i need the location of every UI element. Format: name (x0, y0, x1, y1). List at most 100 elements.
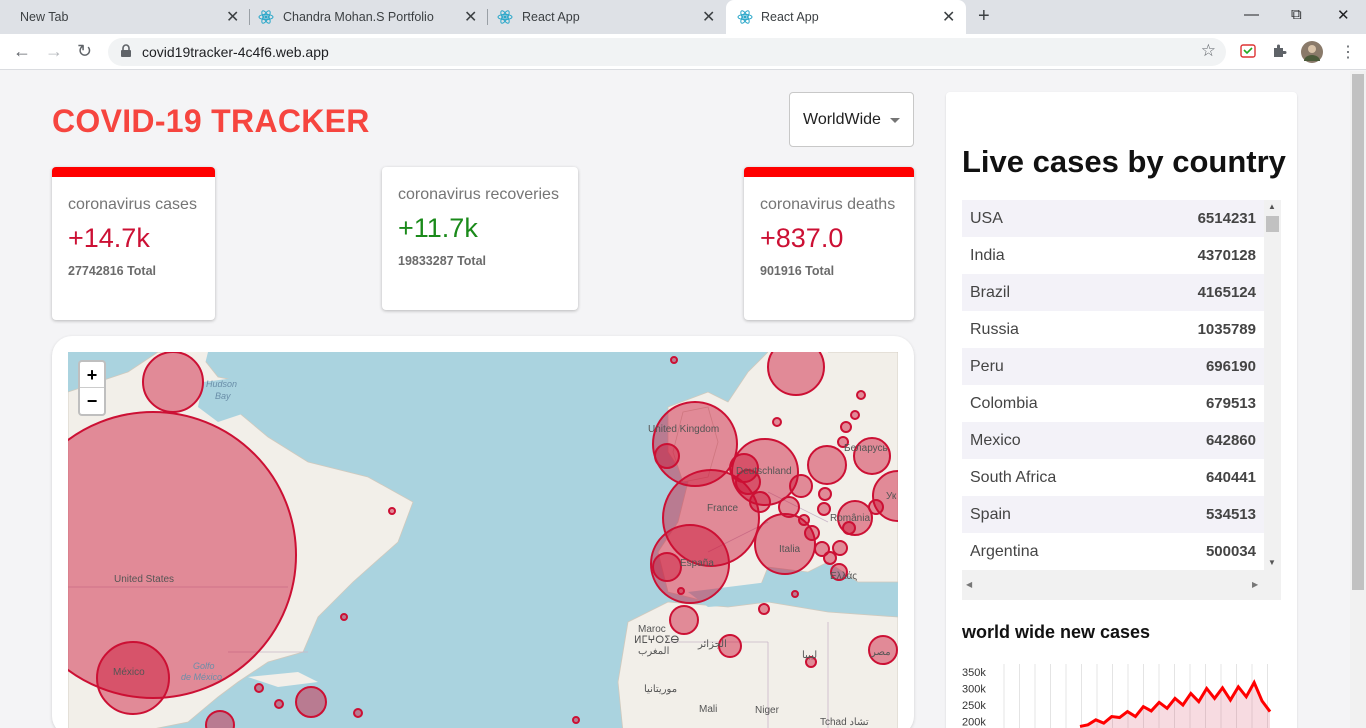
country-name: Argentina (970, 543, 1039, 560)
card-total: 27742816 Total (68, 264, 157, 278)
country-name: India (970, 247, 1005, 264)
map-label: Bay (215, 391, 231, 401)
country-cases: 4370128 (1197, 247, 1256, 264)
table-row: India 4370128 (962, 237, 1264, 274)
extension-icon[interactable] (1240, 43, 1256, 59)
circle-canaries (677, 587, 685, 595)
page-title: COVID-19 TRACKER (52, 103, 370, 139)
table-row: Peru 696190 (962, 348, 1264, 385)
zoom-out-button[interactable]: − (80, 388, 104, 414)
table-scroll-thumb[interactable] (1266, 216, 1279, 232)
country-select[interactable]: WorldWide (789, 92, 914, 147)
circle-moldova (868, 499, 884, 515)
scroll-right-icon[interactable]: ▶ (1252, 580, 1258, 589)
y-tick-label: 200k (962, 717, 986, 728)
country-cases: 640441 (1205, 469, 1256, 486)
circle-lithuania (840, 421, 852, 433)
country-cases: 1035789 (1197, 321, 1256, 338)
puzzle-icon[interactable] (1271, 43, 1287, 59)
circle-panama (205, 710, 235, 728)
scroll-up-icon[interactable]: ▲ (1268, 202, 1276, 211)
avatar[interactable] (1301, 41, 1323, 63)
circle-finland (856, 390, 866, 400)
card-total: 19833287 Total (398, 254, 487, 268)
circle-norway (850, 410, 860, 420)
close-window-icon[interactable]: ✕ (1337, 6, 1350, 24)
circle-jamaica (254, 683, 264, 693)
menu-icon[interactable]: ⋮ (1340, 42, 1356, 62)
tab-portfolio[interactable]: Chandra Mohan.S Portfolio ✕ (250, 0, 486, 34)
circle-balkan-4 (832, 540, 848, 556)
browser-toolbar: ← → ↻ covid19tracker-4c4f6.web.app ☆ ⋮ (0, 34, 1366, 70)
world-map[interactable]: + − Hudson Bay United States México Golf… (68, 352, 898, 728)
tab-label: React App (761, 10, 819, 24)
circle-mexico (96, 641, 170, 715)
tab-close-icon[interactable]: ✕ (702, 7, 715, 27)
react-icon (258, 10, 274, 24)
map-label: Беларусь (844, 443, 888, 454)
country-cases: 679513 (1205, 395, 1256, 412)
country-name: Brazil (970, 284, 1011, 301)
circle-balkan-3 (823, 551, 837, 565)
minimize-icon[interactable]: — (1244, 6, 1259, 23)
country-name: USA (970, 210, 1003, 227)
table-row: Colombia 679513 (962, 385, 1264, 422)
address-bar[interactable]: covid19tracker-4c4f6.web.app ☆ (108, 38, 1226, 66)
table-vertical-scrollbar[interactable] (1264, 200, 1281, 570)
recoveries-card[interactable]: coronavirus recoveries +11.7k 19833287 T… (382, 167, 578, 310)
circle-ireland (654, 443, 680, 469)
react-icon (497, 10, 513, 24)
cases-card[interactable]: coronavirus cases +14.7k 27742816 Total (52, 167, 215, 320)
country-cases: 534513 (1205, 506, 1256, 523)
circle-puerto-rico (353, 708, 363, 718)
y-tick-label: 250k (962, 700, 986, 712)
react-icon (737, 10, 753, 24)
y-tick-label: 300k (962, 684, 986, 696)
scroll-left-icon[interactable]: ◀ (966, 580, 972, 589)
back-icon[interactable]: ← (13, 41, 31, 62)
map-label: Niger (755, 705, 779, 716)
tab-close-icon[interactable]: ✕ (464, 7, 477, 27)
zoom-in-button[interactable]: + (80, 362, 104, 388)
card-title: coronavirus cases (68, 196, 197, 213)
circle-canada (142, 352, 204, 413)
tab-react-app-active[interactable]: React App ✕ (726, 0, 966, 34)
circle-balkan-1 (804, 525, 820, 541)
tab-close-icon[interactable]: ✕ (226, 7, 239, 27)
tab-close-icon[interactable]: ✕ (942, 7, 955, 27)
new-cases-chart: 350k 300k 250k 200k (962, 664, 1272, 728)
chevron-down-icon (890, 118, 900, 123)
circle-croatia (798, 514, 810, 526)
circle-portugal (652, 552, 682, 582)
circle-czechia (789, 474, 813, 498)
country-select-value: WorldWide (803, 111, 881, 128)
tab-bar: New Tab ✕ Chandra Mohan.S Portfolio ✕ Re… (0, 0, 1366, 34)
country-cases: 696190 (1205, 358, 1256, 375)
tab-react-app[interactable]: React App ✕ (488, 0, 724, 34)
map-card: + − Hudson Bay United States México Golf… (52, 336, 914, 728)
deaths-card[interactable]: coronavirus deaths +837.0 901916 Total (744, 167, 914, 320)
live-cases-panel: Live cases by country USA 6514231 India … (946, 92, 1297, 728)
lock-icon (121, 44, 131, 57)
circle-malta (791, 590, 799, 598)
bookmark-star-icon[interactable]: ☆ (1201, 41, 1216, 61)
map-label: Tchad تشاد (820, 717, 869, 728)
country-table[interactable]: USA 6514231 India 4370128 Brazil 4165124… (962, 200, 1281, 600)
table-row: USA 6514231 (962, 200, 1264, 237)
circle-tunisia (758, 603, 770, 615)
map-label: Ук (886, 491, 897, 502)
card-total: 901916 Total (760, 264, 835, 278)
tab-new-tab[interactable]: New Tab ✕ (8, 0, 248, 34)
forward-icon[interactable]: → (45, 41, 63, 62)
map-label: Ελλάς (830, 571, 858, 582)
restore-icon[interactable]: ⧉ (1291, 6, 1302, 23)
map-label: ليبيا (802, 650, 818, 661)
reload-icon[interactable]: ↻ (77, 41, 92, 62)
map-label: Italia (779, 544, 801, 555)
card-value: +837.0 (760, 223, 844, 253)
page-scroll-thumb[interactable] (1352, 74, 1364, 590)
circle-hungary (817, 502, 831, 516)
scroll-down-icon[interactable]: ▼ (1268, 558, 1276, 567)
new-tab-icon[interactable]: + (978, 5, 990, 28)
table-horizontal-scrollbar[interactable]: ◀ ▶ (962, 570, 1281, 600)
